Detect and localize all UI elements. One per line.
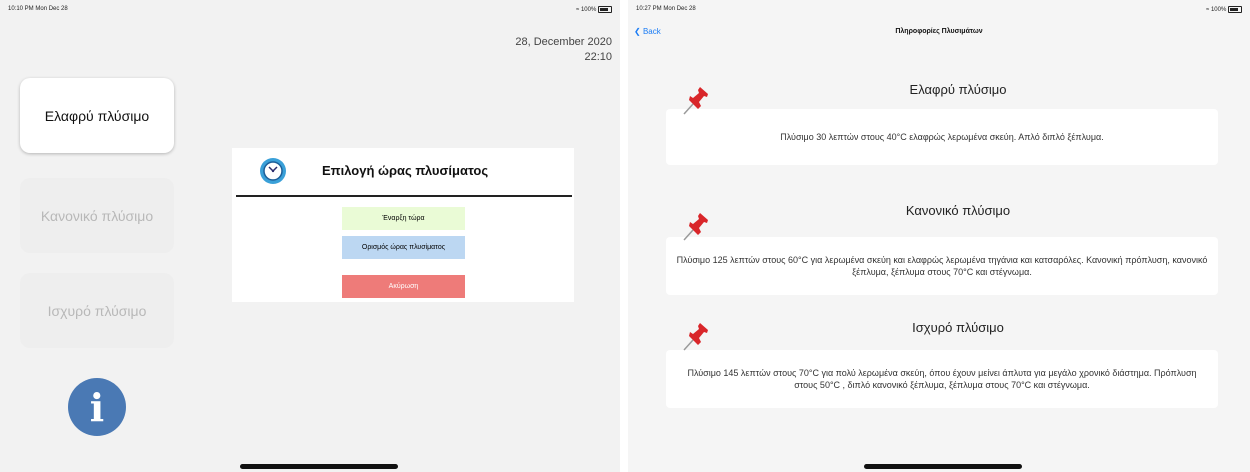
heavy-wash-title: Ισχυρό πλύσιμο [912, 320, 1004, 335]
dialog-divider [236, 195, 572, 197]
cancel-button[interactable]: Ακύρωση [342, 275, 465, 298]
info-button[interactable]: i [68, 378, 126, 436]
normal-wash-title: Κανονικό πλύσιμο [905, 203, 1011, 218]
heavy-wash-description: Πλύσιμο 145 λεπτών στους 70°C για πολύ λ… [666, 350, 1218, 408]
normal-wash-description: Πλύσιμο 125 λεπτών στους 60°C για λερωμέ… [666, 237, 1218, 295]
status-bar-right: ≈ 100% [576, 6, 612, 13]
home-indicator[interactable] [864, 464, 1022, 469]
start-now-button[interactable]: Έναρξη τώρα [342, 207, 465, 230]
info-icon: i [89, 384, 105, 430]
back-button[interactable]: ❮ Back [634, 27, 661, 36]
current-time: 22:10 [584, 51, 612, 63]
wifi-icon: ≈ [1206, 7, 1210, 14]
back-chevron-icon: ❮ [634, 27, 641, 36]
wash-time-dialog: Επιλογή ώρας πλυσίματος Έναρξη τώρα Ορισ… [232, 148, 574, 302]
status-bar-time: 10:27 PM Mon Dec 28 [636, 6, 696, 12]
set-wash-time-button[interactable]: Ορισμός ώρας πλυσίματος [342, 236, 465, 259]
nav-title: Πληροφορίες Πλυσιμάτων [895, 28, 983, 35]
normal-wash-button[interactable]: Κανονικό πλύσιμο [20, 178, 174, 253]
status-bar-time: 10:10 PM Mon Dec 28 [8, 6, 68, 12]
pushpin-icon [683, 323, 708, 351]
battery-icon [598, 6, 612, 13]
pushpin-icon [683, 213, 708, 241]
light-wash-description: Πλύσιμο 30 λεπτών στους 40°C ελαφρώς λερ… [666, 109, 1218, 165]
pushpin-icon [683, 87, 708, 115]
current-date: 28, December 2020 [515, 36, 612, 48]
navigation-bar: Πληροφορίες Πλυσιμάτων ❮ Back [628, 24, 1250, 42]
left-screen: 10:10 PM Mon Dec 28 ≈ 100% 28, December … [0, 0, 620, 472]
current-datetime: 28, December 2020 22:10 [515, 35, 612, 65]
status-bar-right: ≈ 100% [1206, 6, 1242, 13]
light-wash-title: Ελαφρύ πλύσιμο [909, 82, 1007, 97]
clock-icon [260, 158, 286, 184]
heavy-wash-button[interactable]: Ισχυρό πλύσιμο [20, 273, 174, 348]
light-wash-button[interactable]: Ελαφρύ πλύσιμο [20, 78, 174, 153]
right-screen: 10:27 PM Mon Dec 28 ≈ 100% Πληροφορίες Π… [628, 0, 1250, 472]
home-indicator[interactable] [240, 464, 398, 469]
dialog-title: Επιλογή ώρας πλυσίματος [322, 163, 489, 178]
battery-icon [1228, 6, 1242, 13]
wifi-icon: ≈ [576, 7, 580, 14]
